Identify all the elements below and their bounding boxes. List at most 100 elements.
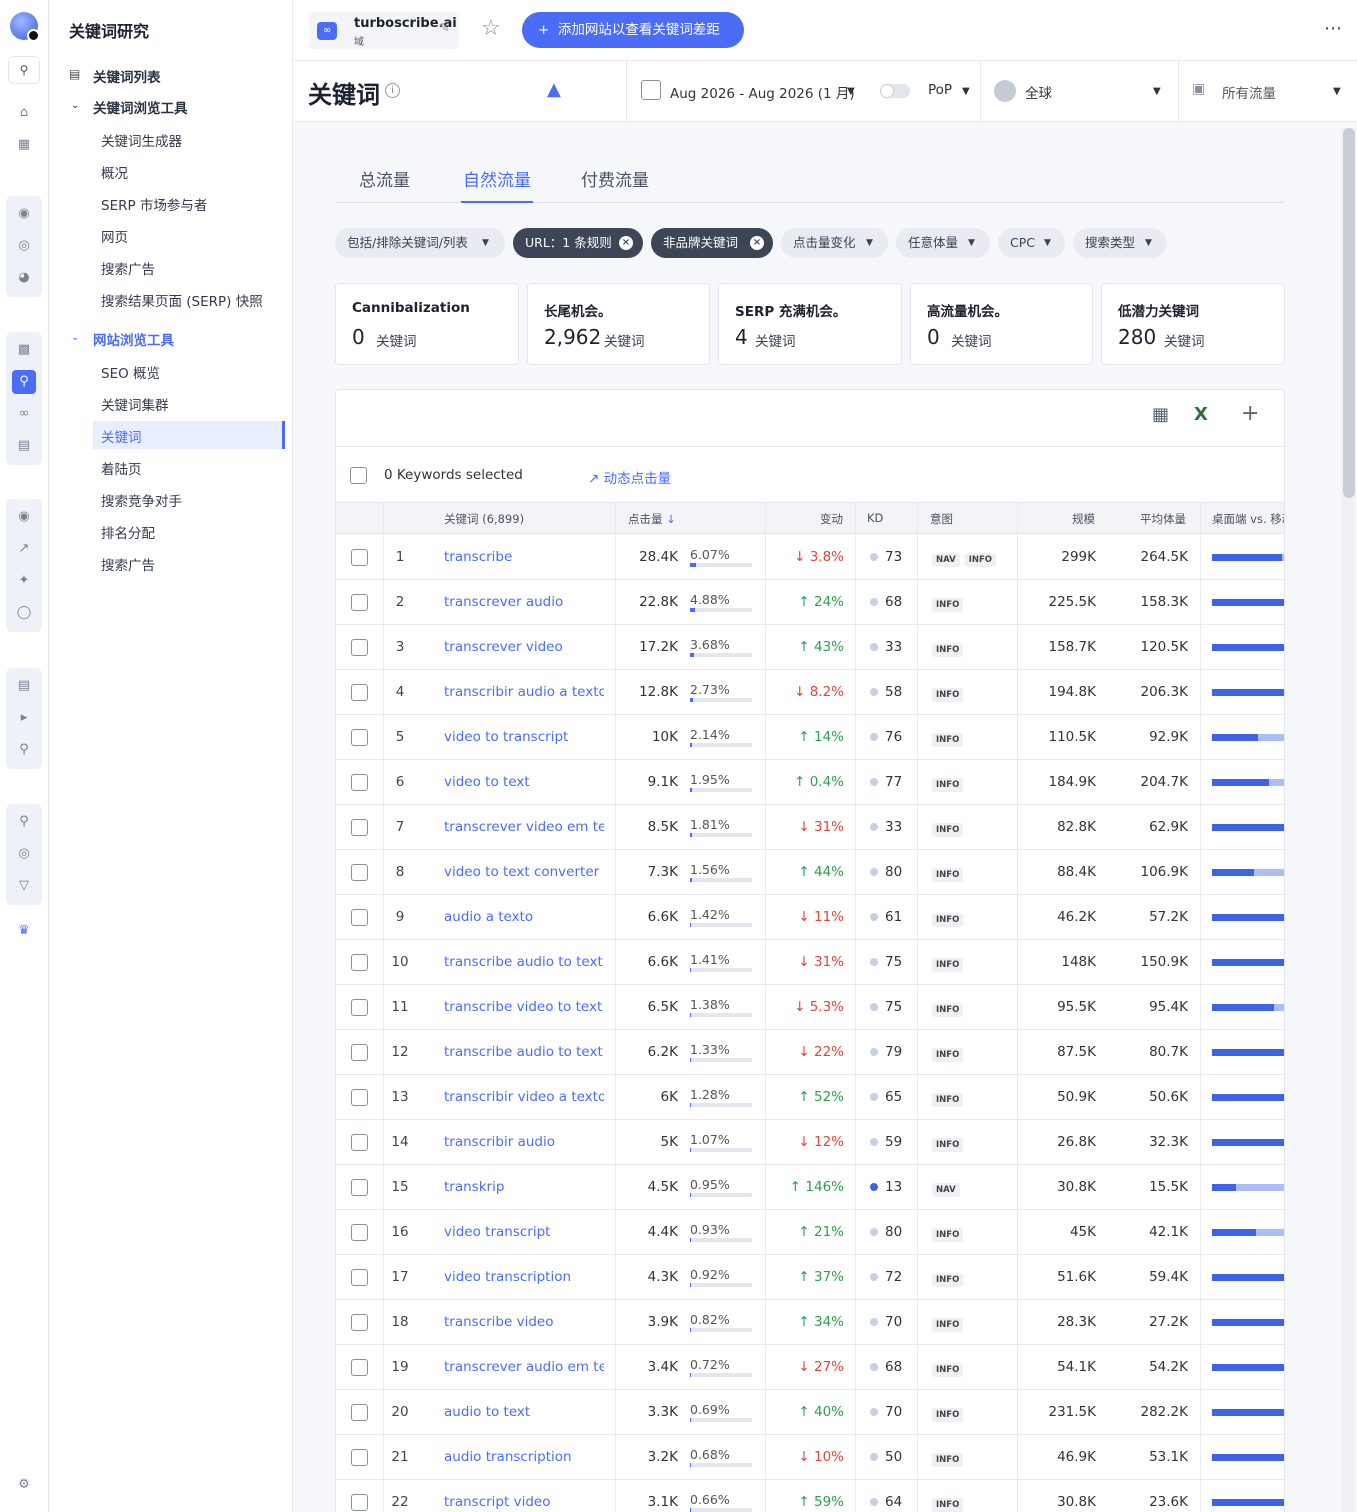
- table-row[interactable]: 12 transcribe audio to text free 6.2K 1.33%…: [336, 1030, 1284, 1075]
- globe-icon[interactable]: ◉: [12, 202, 36, 226]
- sidebar-item-serp-players[interactable]: SERP 市场参与者: [101, 194, 207, 214]
- keyword-link[interactable]: transcrever video: [444, 639, 604, 655]
- url-rule-filter[interactable]: URL：1 条规则 ×: [513, 228, 643, 258]
- dynamic-clicks-button[interactable]: ↗ 动态点击量: [588, 467, 671, 487]
- keyword-link[interactable]: audio transcription: [444, 1449, 604, 1465]
- keyword-link[interactable]: transkrip: [444, 1179, 604, 1195]
- keyword-link[interactable]: transcribe: [444, 549, 604, 565]
- clicks-change-filter[interactable]: 点击量变化 ▼: [781, 228, 888, 258]
- row-checkbox[interactable]: [351, 594, 368, 611]
- keyword-link[interactable]: audio to text: [444, 1404, 604, 1420]
- edit-icon[interactable]: ✎: [439, 21, 450, 36]
- audit-icon[interactable]: ▤: [12, 434, 36, 458]
- eye-icon[interactable]: ◉: [12, 505, 36, 529]
- row-checkbox[interactable]: [351, 864, 368, 881]
- card-serp[interactable]: SERP 充满机会。 4 关键词: [718, 283, 902, 365]
- search-type-filter[interactable]: 搜索类型 ▼: [1073, 228, 1167, 258]
- close-icon[interactable]: ×: [750, 236, 764, 250]
- row-checkbox[interactable]: [351, 1044, 368, 1061]
- table-row[interactable]: 1 transcribe 28.4K 6.07% ↓ 3.8% 73 NAV INFO 299K…: [336, 535, 1284, 580]
- row-checkbox[interactable]: [351, 954, 368, 971]
- row-checkbox[interactable]: [351, 774, 368, 791]
- keyword-link[interactable]: transcribe video: [444, 1314, 604, 1330]
- chart-icon[interactable]: ▩: [12, 338, 36, 362]
- search-icon[interactable]: ⚲: [8, 56, 40, 84]
- close-icon[interactable]: ×: [619, 236, 633, 250]
- table-row[interactable]: 21 audio transcription 3.2K 0.68% ↓ 10% 50 INF…: [336, 1435, 1284, 1480]
- table-row[interactable]: 10 transcribe audio to text 6.6K 1.41% ↓ 31%…: [336, 940, 1284, 985]
- link-icon[interactable]: ∞: [12, 402, 36, 426]
- keyword-link[interactable]: transcribir audio a texto: [444, 684, 604, 700]
- card-cannibalization[interactable]: Cannibalization 0 关键词: [335, 283, 519, 365]
- non-brand-filter[interactable]: 非品牌关键词 ×: [651, 228, 773, 258]
- report-icon[interactable]: ▤: [12, 674, 36, 698]
- header-avg-volume[interactable]: 平均体量: [1140, 511, 1186, 527]
- sidebar-item-landing-pages[interactable]: 着陆页: [101, 458, 142, 478]
- pop-toggle[interactable]: [880, 84, 910, 98]
- trend-icon[interactable]: ↗: [12, 537, 36, 561]
- scan-icon[interactable]: ◎: [12, 842, 36, 866]
- site-selector[interactable]: ∞ turboscribe.ai 域 ✎: [309, 12, 459, 49]
- chevron-down-icon[interactable]: ▼: [847, 86, 855, 97]
- chevron-down-icon[interactable]: ⌄: [71, 332, 79, 343]
- keyword-link[interactable]: video to text converter: [444, 864, 604, 880]
- table-row[interactable]: 17 video transcription 4.3K 0.92% ↑ 37% 72 INF…: [336, 1255, 1284, 1300]
- header-device[interactable]: 桌面端 vs. 移动: [1212, 511, 1284, 527]
- row-checkbox[interactable]: [351, 639, 368, 656]
- keyword-link[interactable]: transcrever audio em texto: [444, 1359, 604, 1375]
- add-website-button[interactable]: + 添加网站以查看关键词差距: [522, 12, 744, 48]
- columns-icon[interactable]: ▦: [1152, 404, 1169, 425]
- scrollbar-thumb[interactable]: [1343, 128, 1355, 498]
- sidebar-item-search-ads-2[interactable]: 搜索广告: [101, 554, 155, 574]
- keyword-link[interactable]: transcribir audio: [444, 1134, 604, 1150]
- keyword-link[interactable]: transcribe audio to text free: [444, 1044, 604, 1060]
- table-row[interactable]: 20 audio to text 3.3K 0.69% ↑ 40% 70 INFO 231.5…: [336, 1390, 1284, 1435]
- calendar-icon[interactable]: [641, 80, 661, 100]
- row-checkbox[interactable]: [351, 1089, 368, 1106]
- table-row[interactable]: 4 transcribir audio a texto 12.8K 2.73% ↓ 8.…: [336, 670, 1284, 715]
- sidebar-item-keyword-clusters[interactable]: 关键词集群: [101, 394, 169, 414]
- keyword-link[interactable]: video to transcript: [444, 729, 604, 745]
- keyword-link[interactable]: video transcription: [444, 1269, 604, 1285]
- card-long-tail[interactable]: 长尾机会。 2,962 关键词: [527, 283, 710, 365]
- keyword-search-icon[interactable]: ⚲: [12, 370, 36, 394]
- table-row[interactable]: 14 transcribir audio 5K 1.07% ↓ 12% 59 INFO 26.…: [336, 1120, 1284, 1165]
- tab-paid-traffic[interactable]: 付费流量: [581, 166, 649, 203]
- row-checkbox[interactable]: [351, 1359, 368, 1376]
- row-checkbox[interactable]: [351, 729, 368, 746]
- row-checkbox[interactable]: [351, 684, 368, 701]
- sidebar-item-keyword-explorer[interactable]: 关键词浏览工具: [93, 97, 188, 117]
- cpc-filter[interactable]: CPC ▼: [998, 228, 1065, 258]
- row-checkbox[interactable]: [351, 549, 368, 566]
- row-checkbox[interactable]: [351, 1314, 368, 1331]
- header-kd[interactable]: KD: [867, 511, 883, 525]
- chevron-down-icon[interactable]: ▼: [1153, 86, 1161, 97]
- card-low-potential[interactable]: 低潜力关键词 280 关键词: [1101, 283, 1285, 365]
- sidebar-item-seo-overview[interactable]: SEO 概览: [101, 362, 160, 382]
- sidebar-item-overview[interactable]: 概况: [101, 162, 128, 182]
- table-row[interactable]: 16 video transcript 4.4K 0.93% ↑ 21% 80 INFO 45…: [336, 1210, 1284, 1255]
- megaphone-icon[interactable]: ▸: [12, 706, 36, 730]
- table-row[interactable]: 18 transcribe video 3.9K 0.82% ↑ 34% 70 INFO 28…: [336, 1300, 1284, 1345]
- table-row[interactable]: 9 audio a texto 6.6K 1.42% ↓ 11% 61 INFO 46.2K 5…: [336, 895, 1284, 940]
- sidebar-item-search-competitors[interactable]: 搜索竞争对手: [101, 490, 182, 510]
- select-all-checkbox[interactable]: [350, 467, 367, 484]
- header-change[interactable]: 变动: [820, 511, 843, 527]
- add-icon[interactable]: +: [1241, 401, 1259, 426]
- table-row[interactable]: 15 transkrip 4.5K 0.95% ↑ 146% 13 NAV 30.8K 15.5…: [336, 1165, 1284, 1210]
- table-row[interactable]: 19 transcrever audio em texto 3.4K 0.72% ↓ 2…: [336, 1345, 1284, 1390]
- sidebar-item-pages[interactable]: 网页: [101, 226, 128, 246]
- pie-icon[interactable]: ◕: [12, 266, 36, 290]
- sidebar-item-keyword-generator[interactable]: 关键词生成器: [101, 130, 182, 150]
- crown-icon[interactable]: ♛: [12, 919, 36, 943]
- sidebar-item-keyword-list[interactable]: 关键词列表: [93, 66, 161, 86]
- sidebar-item-website-explorer[interactable]: 网站浏览工具: [93, 329, 174, 349]
- keyword-link[interactable]: transcribe video to text: [444, 999, 604, 1015]
- compare-selector[interactable]: PoP: [928, 82, 952, 98]
- header-volume[interactable]: 规模: [1072, 511, 1095, 527]
- row-checkbox[interactable]: [351, 999, 368, 1016]
- header-intent[interactable]: 意图: [930, 511, 953, 527]
- row-checkbox[interactable]: [351, 1179, 368, 1196]
- traffic-selector[interactable]: 所有流量: [1222, 82, 1276, 102]
- include-exclude-filter[interactable]: 包括/排除关键词/列表 ▼: [335, 228, 505, 258]
